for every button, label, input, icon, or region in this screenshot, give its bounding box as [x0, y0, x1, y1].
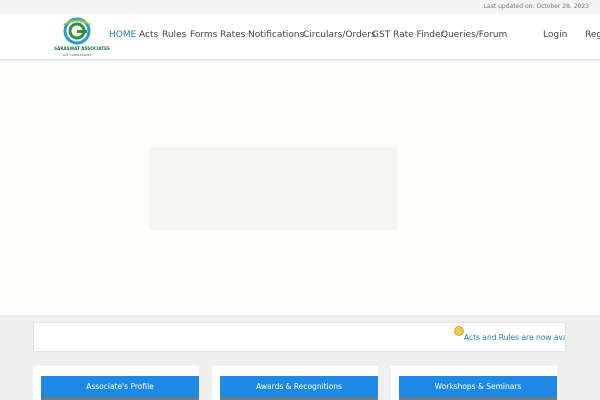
logo-tagline: GST CONSULTANTS	[62, 53, 92, 57]
top-bar: Last updated on: October 28, 2023	[0, 0, 600, 14]
awards-recognitions-button[interactable]: Awards & Recognitions	[220, 376, 378, 397]
register-link[interactable]: Reg	[585, 30, 600, 40]
logo-emblem-icon	[63, 17, 91, 45]
associates-profile-button[interactable]: Associate's Profile	[41, 376, 199, 397]
nav-item-notifications[interactable]: Notifications	[248, 30, 304, 40]
login-link[interactable]: Login	[543, 30, 567, 40]
news-ticker[interactable]: Acts and Rules are now availa	[33, 322, 566, 352]
nav-item-acts[interactable]: Acts	[139, 30, 158, 40]
nav-item-gst-rate-finder[interactable]: GST Rate Finder	[372, 30, 444, 40]
smiley-icon	[454, 326, 464, 336]
card-awards-recognitions: Awards & Recognitions	[212, 366, 378, 400]
nav-item-home[interactable]: HOME	[109, 30, 136, 40]
site-header: SARASWAT ASSOCIATES GST CONSULTANTS HOME…	[0, 14, 600, 60]
last-updated-text: Last updated on: October 28, 2023	[483, 3, 589, 10]
nav-item-rates[interactable]: Rates	[220, 30, 245, 40]
hero-banner: ▇▇▇▇	[0, 61, 600, 315]
card-workshops-seminars: Workshops & Seminars	[391, 366, 557, 400]
nav-item-forms[interactable]: Forms	[190, 30, 217, 40]
nav-item-queries-forum[interactable]: Queries/Forum	[441, 30, 507, 40]
logo-brand-name: SARASWAT ASSOCIATES	[54, 47, 110, 52]
logo[interactable]: SARASWAT ASSOCIATES GST CONSULTANTS	[54, 16, 110, 58]
nav-item-rules[interactable]: Rules	[162, 30, 186, 40]
card-associates-profile: Associate's Profile	[33, 366, 199, 400]
workshops-seminars-button[interactable]: Workshops & Seminars	[399, 376, 557, 397]
hero-faded-graphic: ▇▇▇▇	[150, 136, 397, 229]
nav-item-circulars-orders[interactable]: Circulars/Orders	[303, 30, 376, 40]
ticker-text[interactable]: Acts and Rules are now availa	[464, 333, 565, 342]
